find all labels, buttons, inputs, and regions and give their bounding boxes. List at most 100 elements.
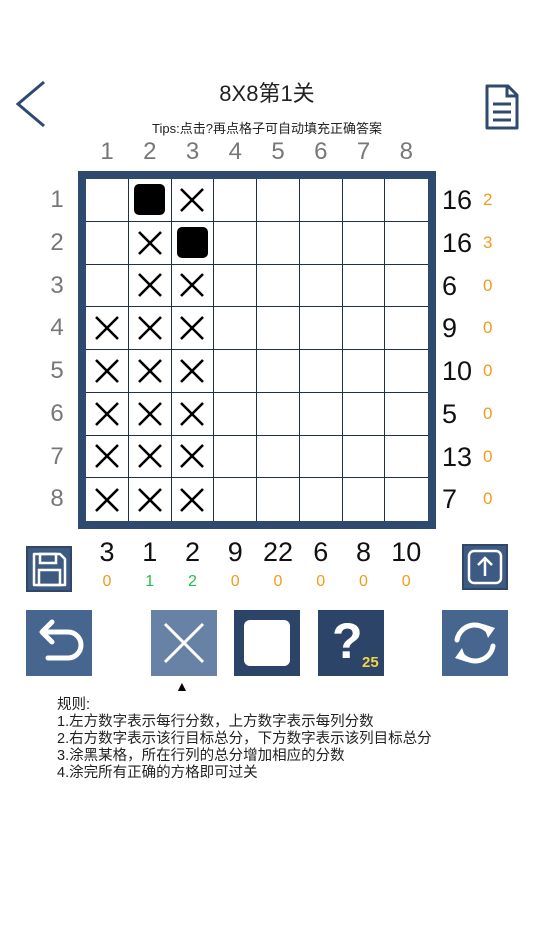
grid-cell[interactable] — [214, 264, 257, 308]
grid-cell[interactable] — [257, 179, 300, 222]
grid-cell[interactable] — [385, 221, 428, 265]
cross-mark-icon — [137, 444, 162, 469]
filled-mark — [134, 184, 166, 216]
grid-cell[interactable] — [299, 435, 343, 479]
grid-cell[interactable] — [257, 350, 300, 393]
grid-cell[interactable] — [299, 264, 343, 308]
grid-cell[interactable] — [385, 350, 428, 393]
cross-mark-icon — [137, 401, 162, 426]
grid-cell[interactable] — [128, 478, 172, 521]
grid-cell[interactable] — [342, 478, 386, 521]
grid-cell[interactable] — [171, 179, 215, 222]
grid-cell[interactable] — [257, 392, 300, 436]
grid-cell[interactable] — [385, 478, 428, 521]
grid-cell[interactable] — [385, 435, 428, 479]
grid-cell[interactable] — [86, 350, 129, 393]
level-title: 8X8第1关 — [219, 81, 315, 106]
row-target: 16 — [442, 185, 473, 215]
grid-cell[interactable] — [128, 350, 172, 393]
cross-mark-icon — [137, 230, 162, 255]
grid-cell[interactable] — [86, 179, 129, 222]
column-score: 0 — [359, 573, 368, 590]
grid-cell[interactable] — [257, 307, 300, 350]
grid-cell[interactable] — [257, 264, 300, 308]
grid-cell[interactable] — [257, 478, 300, 521]
grid-cell[interactable] — [342, 179, 386, 222]
grid-cell[interactable] — [385, 179, 428, 222]
grid-cell[interactable] — [128, 221, 172, 265]
grid-cell[interactable] — [342, 392, 386, 436]
grid-cell[interactable] — [171, 221, 215, 265]
grid-cell[interactable] — [299, 221, 343, 265]
grid-cell[interactable] — [385, 264, 428, 308]
grid-cell[interactable] — [171, 435, 215, 479]
grid-cell[interactable] — [299, 392, 343, 436]
grid-cell[interactable] — [214, 392, 257, 436]
column-score: 0 — [102, 573, 112, 590]
grid-cell[interactable] — [214, 350, 257, 393]
grid-cell[interactable] — [171, 478, 215, 521]
cross-mark-icon — [137, 358, 162, 383]
grid-cell[interactable] — [342, 221, 386, 265]
cross-mark-icon — [137, 316, 162, 341]
grid-cell[interactable] — [171, 350, 215, 393]
grid-cell[interactable] — [342, 264, 386, 308]
restart-button[interactable] — [442, 610, 508, 676]
grid-cell[interactable] — [385, 307, 428, 350]
grid-cell[interactable] — [342, 350, 386, 393]
grid-cell[interactable] — [214, 435, 257, 479]
grid-cell[interactable] — [128, 179, 172, 222]
cross-mark-icon — [180, 358, 205, 383]
grid-cell[interactable] — [299, 307, 343, 350]
save-button[interactable] — [26, 546, 72, 592]
grid-cell[interactable] — [214, 478, 257, 521]
column-target: 2 — [184, 537, 201, 567]
grid-cell[interactable] — [299, 478, 343, 521]
grid-cell[interactable] — [128, 392, 172, 436]
grid-cell[interactable] — [128, 264, 172, 308]
fill-tool-button[interactable] — [234, 610, 300, 676]
grid-cell[interactable] — [86, 221, 129, 265]
cross-tool-button[interactable] — [151, 610, 217, 676]
cross-mark-icon — [180, 187, 205, 212]
grid-cell[interactable] — [171, 264, 215, 308]
grid-cell[interactable] — [86, 307, 129, 350]
grid-cell[interactable] — [128, 307, 172, 350]
row-target: 16 — [442, 227, 473, 258]
hint-button[interactable]: ? 25 — [318, 610, 384, 676]
undo-icon — [39, 619, 84, 661]
row-target: 10 — [442, 356, 473, 386]
column-target: 6 — [313, 537, 329, 567]
grid-cell[interactable] — [257, 435, 300, 479]
grid-cell[interactable] — [299, 350, 343, 393]
grid-cell[interactable] — [385, 392, 428, 436]
grid-cell[interactable] — [128, 435, 172, 479]
grid-cell[interactable] — [86, 392, 129, 436]
grid-cell[interactable] — [257, 221, 300, 265]
share-button[interactable] — [462, 544, 508, 590]
grid-cell[interactable] — [86, 435, 129, 479]
grid-cell[interactable] — [86, 478, 129, 521]
grid-cell[interactable] — [342, 307, 386, 350]
row-score: 2 — [483, 190, 493, 209]
save-icon — [32, 552, 67, 587]
grid-cell[interactable] — [171, 392, 215, 436]
cross-mark-icon — [180, 487, 205, 512]
grid-cell[interactable] — [342, 435, 386, 479]
cross-mark-icon — [94, 316, 119, 341]
grid-cell[interactable] — [299, 179, 343, 222]
row-header: 8 — [50, 485, 64, 513]
cross-icon — [163, 622, 205, 664]
undo-button[interactable] — [26, 610, 92, 676]
row-header: 1 — [50, 186, 64, 213]
grid-cell[interactable] — [171, 307, 215, 350]
tips-text: Tips:点击?再点格子可自动填充正确答案 — [152, 121, 382, 136]
grid-cell[interactable] — [86, 264, 129, 308]
column-score: 0 — [401, 573, 411, 590]
grid-cell[interactable] — [214, 221, 257, 265]
column-header: 1 — [100, 138, 114, 165]
cross-mark-icon — [94, 444, 119, 469]
grid-cell[interactable] — [214, 307, 257, 350]
grid-cell[interactable] — [214, 179, 257, 222]
column-score: 0 — [316, 573, 326, 590]
